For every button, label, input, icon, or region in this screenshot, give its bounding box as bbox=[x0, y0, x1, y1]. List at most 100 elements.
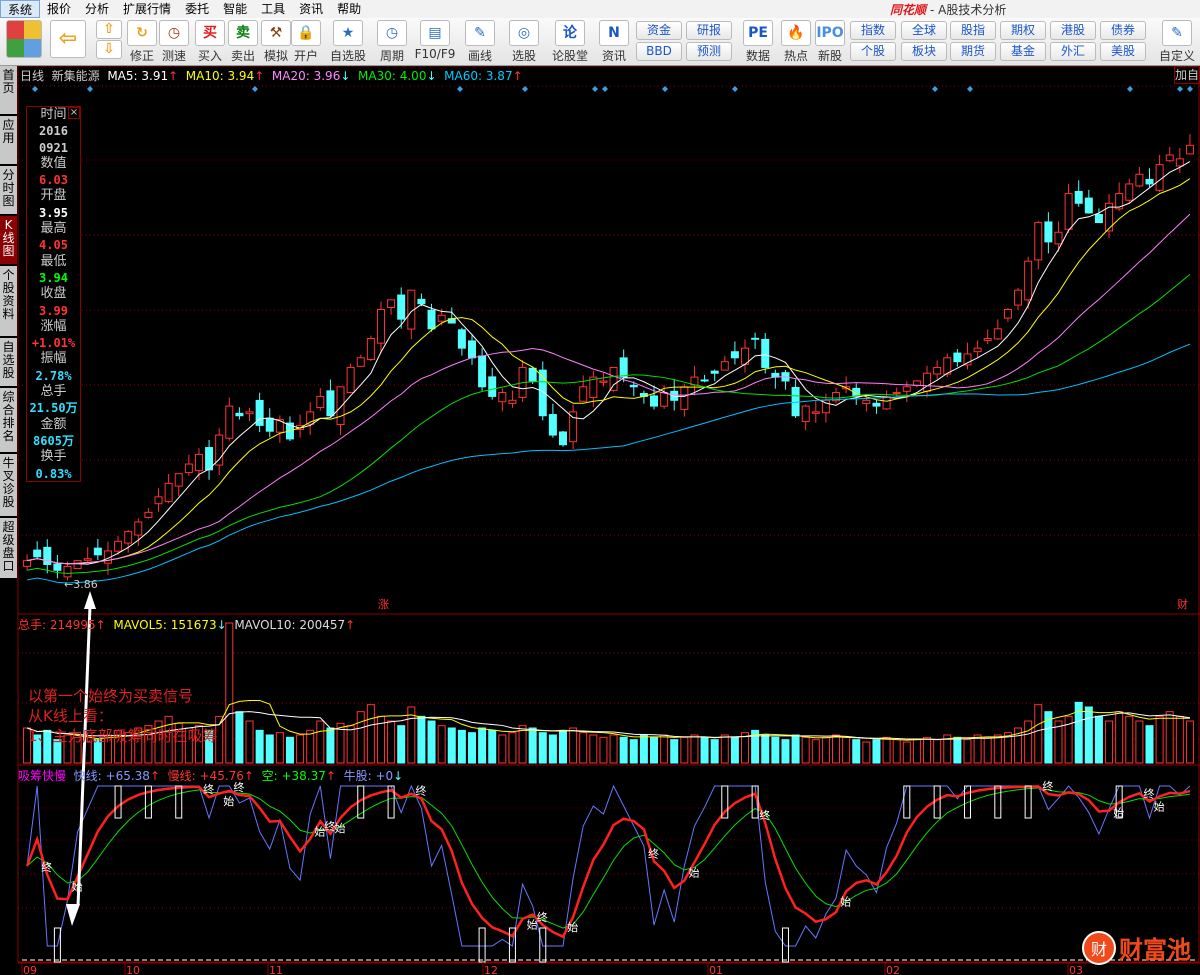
volume-bar bbox=[993, 734, 1002, 764]
toolbar-button-8[interactable]: ▤ F10/F9 bbox=[413, 20, 457, 61]
event-marker-icon[interactable] bbox=[32, 86, 38, 92]
toolbar-button-7[interactable]: ◷ 周期 bbox=[370, 20, 414, 64]
toolbar-button-15[interactable]: IPO 新股 bbox=[808, 20, 852, 64]
event-marker-icon[interactable] bbox=[592, 86, 598, 92]
close-icon[interactable]: × bbox=[68, 107, 80, 119]
candlestick bbox=[1094, 208, 1103, 224]
toolbar-label: 新股 bbox=[817, 49, 842, 63]
menu-8[interactable]: 帮助 bbox=[330, 0, 368, 18]
candlestick bbox=[235, 407, 244, 420]
toolbar-button-5[interactable]: 🔒 开户 bbox=[284, 20, 328, 64]
event-marker-icon[interactable] bbox=[1177, 86, 1183, 92]
volume-bar bbox=[417, 715, 426, 764]
low-price-label: ←3.86 bbox=[64, 578, 98, 591]
quick-button-8[interactable]: 股指 bbox=[950, 21, 996, 40]
candlestick bbox=[488, 367, 497, 400]
event-marker-icon[interactable] bbox=[1187, 86, 1193, 92]
end-signal: 终 bbox=[537, 910, 548, 924]
quick-button-1[interactable]: BBD bbox=[636, 42, 682, 61]
volume-bar bbox=[579, 732, 588, 764]
event-marker-icon[interactable] bbox=[457, 86, 463, 92]
event-marker-icon[interactable] bbox=[932, 86, 938, 92]
quick-button-14[interactable]: 债券 bbox=[1100, 21, 1146, 40]
toolbar-button-10[interactable]: ◎ 选股 bbox=[502, 20, 546, 64]
x-axis-label: 01 bbox=[709, 964, 723, 975]
event-marker-icon[interactable] bbox=[732, 86, 738, 92]
quick-button-11[interactable]: 基金 bbox=[1000, 42, 1046, 61]
quick-button-4[interactable]: 指数 bbox=[850, 21, 896, 40]
toolbar-button-16[interactable]: ✎ 自定义 bbox=[1155, 20, 1199, 64]
candlestick bbox=[508, 390, 517, 408]
volume-bar bbox=[892, 739, 901, 764]
menu-0[interactable]: 系统 bbox=[0, 0, 41, 18]
x-axis-label: 10 bbox=[126, 964, 140, 975]
finance-mark[interactable]: 财 bbox=[1177, 597, 1188, 611]
back-button[interactable]: ⇦ bbox=[50, 20, 86, 58]
candlestick bbox=[832, 387, 841, 404]
page-up-button[interactable]: ⇧ ⇩ bbox=[96, 20, 122, 59]
add-to-watchlist-button[interactable]: 加自 bbox=[1174, 66, 1200, 84]
event-marker-icon[interactable] bbox=[252, 86, 258, 92]
menu-6[interactable]: 工具 bbox=[254, 0, 292, 18]
toolbar-button-9[interactable]: ✎ 画线 bbox=[458, 20, 502, 64]
quick-button-2[interactable]: 研报 bbox=[686, 21, 732, 40]
quick-button-9[interactable]: 期货 bbox=[950, 42, 996, 61]
event-marker-icon[interactable] bbox=[967, 86, 973, 92]
volume-bar bbox=[1145, 725, 1154, 764]
volume-bar bbox=[933, 739, 942, 764]
event-marker-icon[interactable] bbox=[602, 86, 608, 92]
menu-5[interactable]: 智能 bbox=[216, 0, 254, 18]
event-marker-icon[interactable] bbox=[1127, 86, 1133, 92]
bottom-signal-bar bbox=[478, 927, 486, 963]
quick-button-5[interactable]: 个股 bbox=[850, 42, 896, 61]
peak-signal-bar bbox=[175, 785, 183, 819]
watermark-logo: 财财富池 bbox=[1082, 930, 1191, 965]
quick-button-13[interactable]: 外汇 bbox=[1050, 42, 1096, 61]
quick-button-10[interactable]: 期权 bbox=[1000, 21, 1046, 40]
toolbar-button-6[interactable]: ★ 自选股 bbox=[326, 20, 370, 64]
menu-3[interactable]: 扩展行情 bbox=[116, 0, 178, 18]
event-marker-icon[interactable] bbox=[87, 86, 93, 92]
volume-bar bbox=[872, 739, 881, 764]
event-marker-icon[interactable] bbox=[522, 86, 528, 92]
candlestick bbox=[1125, 178, 1134, 203]
event-marker-icon[interactable] bbox=[662, 86, 668, 92]
candlestick bbox=[548, 403, 557, 438]
volume-bar bbox=[1125, 715, 1134, 764]
quick-button-15[interactable]: 美股 bbox=[1100, 42, 1146, 61]
home-grid-button[interactable] bbox=[6, 20, 42, 58]
candlestick bbox=[1003, 307, 1012, 322]
toolbar-label: 自选股 bbox=[329, 49, 366, 63]
candlestick bbox=[366, 335, 375, 362]
toolbar-button-12[interactable]: N 资讯 bbox=[592, 20, 636, 64]
menu-2[interactable]: 分析 bbox=[78, 0, 116, 18]
quick-button-6[interactable]: 全球 bbox=[901, 21, 947, 40]
candlestick bbox=[83, 547, 92, 564]
toolbar: ↻ 修正 ◷ 测速买买入卖卖出 ⚒ 模拟 🔒 开户 ★ 自选股 ◷ 周期 ▤ F10/F9 ✎ 画线 ◎ 选股论论… bbox=[0, 18, 1200, 66]
volume-bar bbox=[528, 727, 537, 764]
quick-button-3[interactable]: 预测 bbox=[686, 42, 732, 61]
quick-button-12[interactable]: 港股 bbox=[1050, 21, 1096, 40]
candlestick bbox=[457, 327, 466, 356]
info-value: 3.99 bbox=[39, 303, 68, 318]
volume-bar bbox=[316, 720, 325, 764]
menu-4[interactable]: 委托 bbox=[178, 0, 216, 18]
rise-mark[interactable]: 涨 bbox=[378, 598, 389, 611]
info-label: 金额 bbox=[40, 416, 67, 432]
down-arrow-icon: ↓ bbox=[340, 69, 351, 83]
toolbar-button-11[interactable]: 论论股堂 bbox=[548, 20, 592, 64]
up-arrow-icon: ↑ bbox=[254, 69, 265, 83]
menu-1[interactable]: 报价 bbox=[40, 0, 78, 18]
quick-button-0[interactable]: 资金 bbox=[636, 21, 682, 40]
volume-bar bbox=[1034, 704, 1043, 764]
toolbar-label: 开户 bbox=[293, 49, 318, 63]
up-arrow-icon: ↑ bbox=[95, 618, 106, 632]
volume-bar bbox=[447, 727, 456, 764]
quick-button-7[interactable]: 板块 bbox=[901, 42, 947, 61]
volume-bar bbox=[265, 734, 274, 764]
candlestick bbox=[1034, 221, 1043, 270]
chart-canvas[interactable]: ←3.86涨 财终始终始终始终始终始终始终始终始终始终始09 10 11 12 01 02 0… bbox=[0, 66, 1200, 975]
volume-bar bbox=[569, 727, 578, 764]
menu-7[interactable]: 资讯 bbox=[292, 0, 330, 18]
toolbar-label: 选股 bbox=[511, 49, 536, 63]
